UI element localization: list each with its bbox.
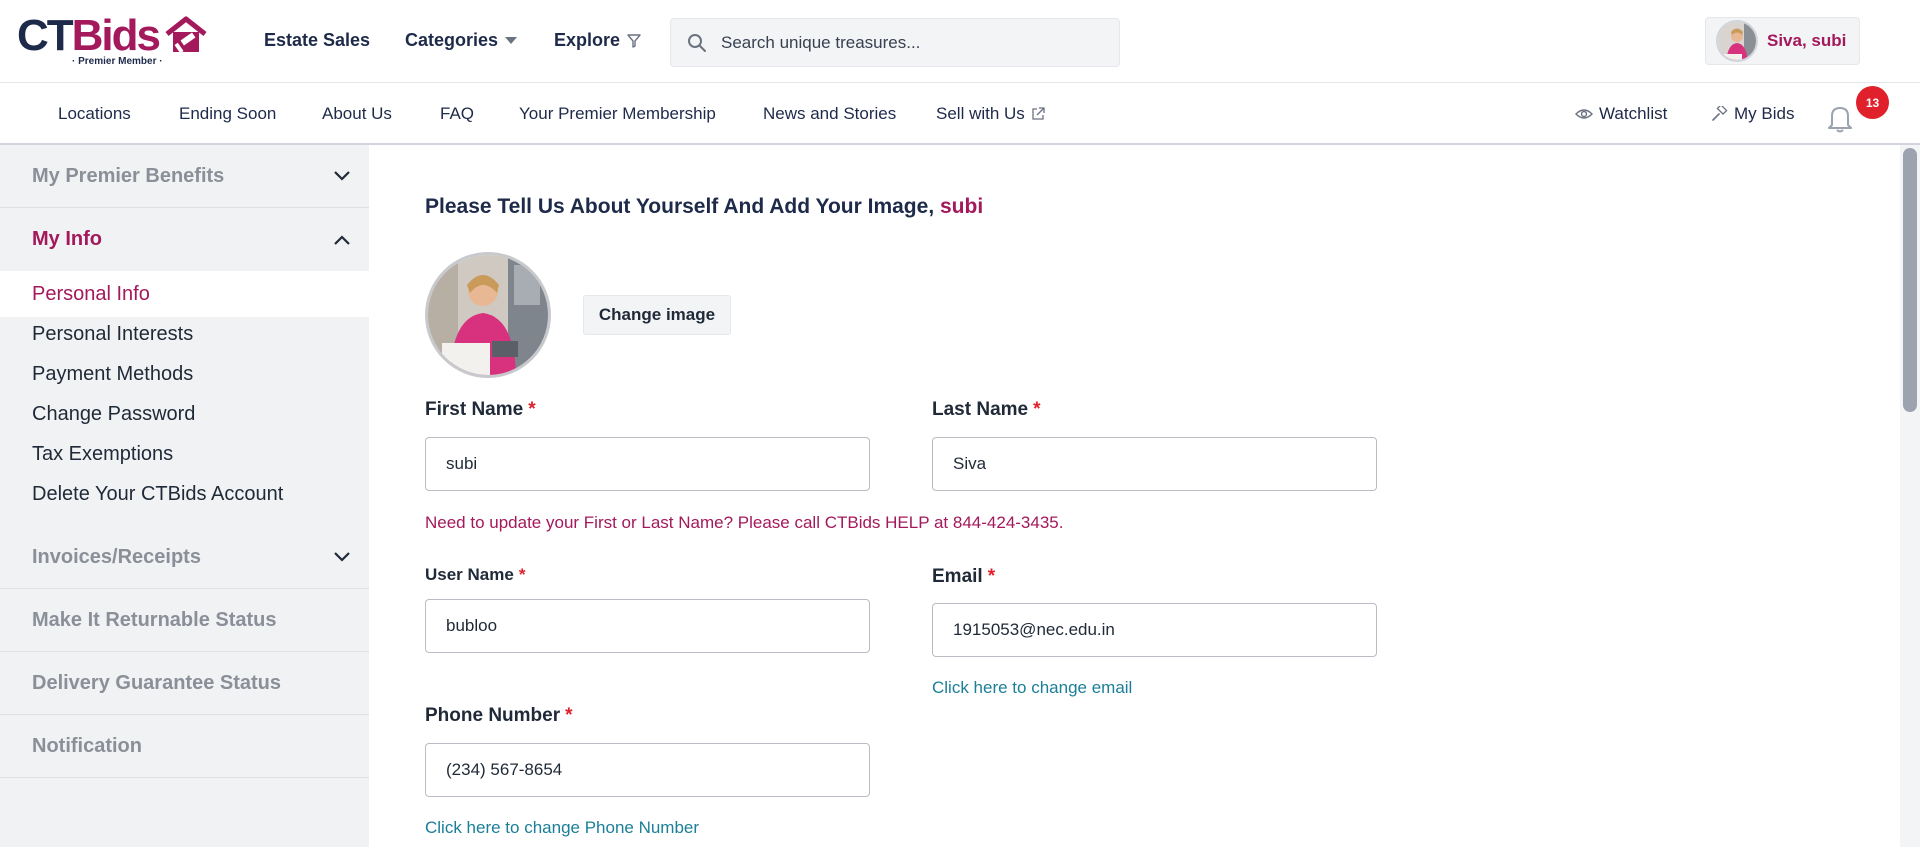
user-name-field[interactable]: bubloo bbox=[425, 599, 870, 653]
page-title: Please Tell Us About Yourself And Add Yo… bbox=[425, 195, 984, 218]
subnav-sell-with-us[interactable]: Sell with Us bbox=[936, 104, 1045, 124]
nav-estate-sales[interactable]: Estate Sales bbox=[264, 30, 370, 51]
required-marker: * bbox=[528, 399, 536, 420]
subnav-premier-membership[interactable]: Your Premier Membership bbox=[519, 104, 716, 124]
logo-ct: CT bbox=[17, 11, 74, 60]
sidebar-section-delivery-guarantee[interactable]: Delivery Guarantee Status bbox=[0, 652, 369, 715]
phone-number-field[interactable]: (234) 567-8654 bbox=[425, 743, 870, 797]
bell-icon bbox=[1828, 107, 1852, 133]
sidebar-section-premier-benefits[interactable]: My Premier Benefits bbox=[0, 145, 369, 208]
ctbids-logo[interactable]: CTBids · Premier Member · bbox=[17, 12, 217, 72]
personal-info-panel: Please Tell Us About Yourself And Add Yo… bbox=[369, 145, 1900, 847]
subnav-faq[interactable]: FAQ bbox=[440, 104, 474, 124]
last-name-label: Last Name * bbox=[932, 399, 1041, 420]
caret-down-icon bbox=[505, 37, 518, 44]
user-name: Siva, subi bbox=[1767, 31, 1847, 50]
my-info-submenu: Personal Info Personal Interests Payment… bbox=[0, 271, 369, 526]
profile-avatar bbox=[425, 252, 551, 378]
logo-subtitle: · Premier Member · bbox=[72, 56, 163, 67]
chevron-down-icon bbox=[334, 552, 350, 562]
sidebar-item-personal-interests[interactable]: Personal Interests bbox=[32, 323, 193, 346]
gavel-icon bbox=[1712, 106, 1728, 121]
notification-count-badge: 13 bbox=[1856, 86, 1889, 119]
page-scrollbar-thumb[interactable] bbox=[1903, 148, 1917, 412]
change-image-button[interactable]: Change image bbox=[583, 295, 731, 335]
top-header: CTBids · Premier Member · Estate Sales C… bbox=[0, 0, 1920, 83]
house-gavel-icon bbox=[165, 16, 207, 54]
external-link-icon bbox=[1032, 107, 1045, 120]
required-marker: * bbox=[565, 705, 573, 726]
nav-explore[interactable]: Explore bbox=[554, 30, 641, 51]
page-title-name: subi bbox=[940, 195, 984, 218]
required-marker: * bbox=[987, 566, 996, 587]
my-bids-link[interactable]: My Bids bbox=[1712, 104, 1794, 124]
first-name-field[interactable]: subi bbox=[425, 437, 870, 491]
sidebar-section-invoices[interactable]: Invoices/Receipts bbox=[0, 526, 369, 589]
user-avatar bbox=[1716, 20, 1758, 62]
search-placeholder: Search unique treasures... bbox=[721, 32, 921, 52]
sidebar-item-change-password[interactable]: Change Password bbox=[32, 403, 195, 426]
subnav-about-us[interactable]: About Us bbox=[322, 104, 392, 124]
account-sidebar: My Premier Benefits My Info Personal Inf… bbox=[0, 145, 369, 847]
sidebar-item-payment-methods[interactable]: Payment Methods bbox=[32, 363, 193, 386]
email-label: Email * bbox=[932, 566, 996, 587]
change-phone-link[interactable]: Click here to change Phone Number bbox=[425, 818, 699, 838]
watchlist-link[interactable]: Watchlist bbox=[1575, 104, 1667, 124]
name-update-notice: Need to update your First or Last Name? … bbox=[425, 513, 1064, 532]
required-marker: * bbox=[1033, 399, 1041, 420]
secondary-nav: Locations Ending Soon About Us FAQ Your … bbox=[0, 83, 1920, 145]
sidebar-section-returnable-status[interactable]: Make It Returnable Status bbox=[0, 589, 369, 652]
notifications-button[interactable] bbox=[1826, 103, 1856, 133]
chevron-up-icon bbox=[334, 234, 350, 245]
search-input[interactable]: Search unique treasures... bbox=[670, 18, 1120, 67]
last-name-field[interactable]: Siva bbox=[932, 437, 1377, 491]
required-marker: * bbox=[518, 565, 526, 584]
email-field[interactable]: 1915053@nec.edu.in bbox=[932, 603, 1377, 657]
sidebar-item-tax-exemptions[interactable]: Tax Exemptions bbox=[32, 443, 173, 466]
subnav-locations[interactable]: Locations bbox=[58, 104, 131, 124]
user-menu-button[interactable]: Siva, subi bbox=[1705, 17, 1860, 65]
subnav-ending-soon[interactable]: Ending Soon bbox=[179, 104, 276, 124]
eye-icon bbox=[1575, 109, 1593, 119]
change-email-link[interactable]: Click here to change email bbox=[932, 678, 1132, 698]
chevron-down-icon bbox=[334, 171, 350, 181]
sidebar-item-delete-account[interactable]: Delete Your CTBids Account bbox=[32, 483, 283, 506]
phone-number-label: Phone Number * bbox=[425, 705, 573, 726]
sidebar-section-my-info[interactable]: My Info bbox=[0, 208, 369, 271]
sidebar-section-notification[interactable]: Notification bbox=[0, 715, 369, 778]
user-name-label: User Name * bbox=[425, 565, 526, 584]
search-icon bbox=[688, 33, 706, 52]
logo-bids: Bids bbox=[71, 11, 161, 60]
filter-icon bbox=[627, 33, 641, 48]
subnav-news-stories[interactable]: News and Stories bbox=[763, 104, 896, 124]
nav-categories[interactable]: Categories bbox=[405, 30, 518, 51]
sidebar-item-personal-info[interactable]: Personal Info bbox=[32, 283, 150, 306]
first-name-label: First Name * bbox=[425, 399, 536, 420]
